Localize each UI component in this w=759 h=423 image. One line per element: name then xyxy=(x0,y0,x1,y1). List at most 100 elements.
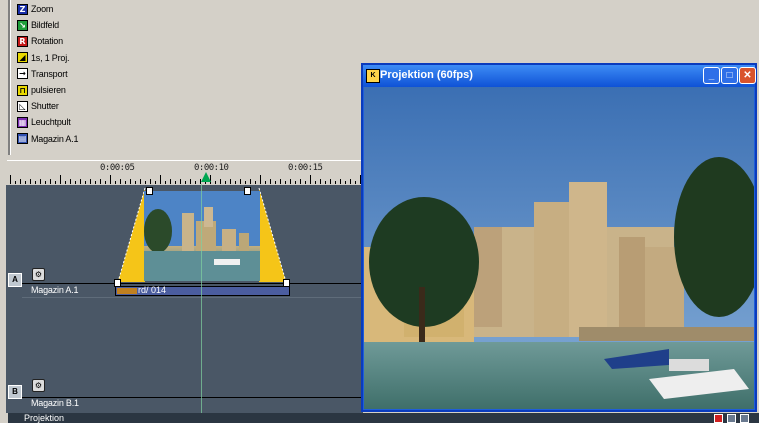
ruler-tick xyxy=(145,181,146,184)
ruler-tick xyxy=(305,181,306,184)
track-b-name: Magazin B.1 xyxy=(31,398,79,408)
projection-ramp-icon: ◢ xyxy=(17,52,28,64)
tool-item[interactable]: Z Zoom xyxy=(17,1,53,17)
ruler-tick xyxy=(55,181,56,184)
ruler-tick xyxy=(90,179,91,184)
ruler-tick xyxy=(265,181,266,184)
ruler-tick xyxy=(110,175,111,184)
clip-thumbnail[interactable] xyxy=(144,191,260,281)
track-header-strip xyxy=(6,185,23,413)
ruler-label: 0:00:05 xyxy=(100,163,135,173)
clip-handle-top-right[interactable] xyxy=(244,187,251,195)
app-icon[interactable]: K xyxy=(366,69,380,83)
time-ruler[interactable]: 0:00:05 0:00:10 0:00:15 xyxy=(7,160,363,186)
rotation-icon: R xyxy=(17,35,28,47)
ruler-ticks xyxy=(10,175,361,184)
ruler-tick xyxy=(135,181,136,184)
ruler-tick xyxy=(80,179,81,184)
tool-item[interactable]: → Transport xyxy=(17,66,68,82)
ruler-tick xyxy=(285,181,286,184)
track-a-settings-icon[interactable]: ⚙ xyxy=(32,268,45,281)
tool-label: pulsieren xyxy=(31,85,66,95)
status-menu-button[interactable] xyxy=(727,414,736,423)
status-bar xyxy=(8,413,759,423)
ruler-tick xyxy=(70,179,71,184)
tool-label: Magazin A.1 xyxy=(31,133,79,144)
ruler-tick xyxy=(175,181,176,184)
ruler-tick xyxy=(125,181,126,184)
ruler-tick xyxy=(330,179,331,184)
ruler-tick xyxy=(50,179,51,184)
ruler-tick xyxy=(335,181,336,184)
ruler-tick xyxy=(10,175,11,184)
tool-item[interactable]: ◺ Shutter xyxy=(17,98,59,114)
track-a-label[interactable]: A xyxy=(8,273,22,287)
magazine-icon: ▤ xyxy=(17,133,28,145)
workspace-background xyxy=(368,0,759,60)
ruler-tick xyxy=(220,179,221,184)
tool-label: Bildfeld xyxy=(31,20,59,31)
playhead-line xyxy=(201,184,202,414)
ruler-tick xyxy=(115,181,116,184)
clip-progress xyxy=(117,288,137,294)
projection-preview xyxy=(364,87,754,409)
tool-item[interactable]: ▦ Leuchtpult xyxy=(17,114,71,130)
window-title: Projektion (60fps) xyxy=(380,69,473,81)
status-up-button[interactable] xyxy=(740,414,749,423)
ruler-tick xyxy=(165,181,166,184)
tool-item[interactable]: ↘ Bildfeld xyxy=(17,17,59,33)
tool-item[interactable]: R Rotation xyxy=(17,33,63,49)
ruler-tick xyxy=(225,181,226,184)
ruler-tick xyxy=(15,181,16,184)
tool-item[interactable]: ⊓ pulsieren xyxy=(17,82,66,98)
zoom-icon: Z xyxy=(17,3,28,15)
ruler-tick xyxy=(40,179,41,184)
ruler-tick xyxy=(345,181,346,184)
status-record-button[interactable] xyxy=(714,414,723,423)
shutter-icon: ◺ xyxy=(17,100,28,112)
minimize-button[interactable]: _ xyxy=(703,67,720,84)
ruler-tick xyxy=(260,175,261,184)
track-divider xyxy=(22,297,363,298)
ruler-label: 0:00:10 xyxy=(194,163,229,173)
clip-handle-top-left[interactable] xyxy=(146,187,153,195)
ruler-tick xyxy=(95,181,96,184)
ruler-tick xyxy=(185,181,186,184)
tool-label: Rotation xyxy=(31,36,63,47)
ruler-tick xyxy=(240,179,241,184)
transport-arrow-icon: → xyxy=(17,68,28,80)
ruler-tick xyxy=(20,179,21,184)
tool-item[interactable]: ◢ 1s, 1 Proj. xyxy=(17,50,70,66)
tool-label: Transport xyxy=(31,68,68,79)
ruler-tick xyxy=(230,179,231,184)
ruler-tick xyxy=(45,181,46,184)
ruler-tick xyxy=(355,181,356,184)
tool-label: Zoom xyxy=(31,4,54,14)
ruler-tick xyxy=(310,175,311,184)
ruler-tick xyxy=(180,179,181,184)
close-button[interactable]: ✕ xyxy=(739,67,756,84)
ruler-tick xyxy=(195,181,196,184)
ruler-tick xyxy=(325,181,326,184)
ruler-tick xyxy=(100,179,101,184)
ruler-tick xyxy=(190,179,191,184)
light-table-icon: ▦ xyxy=(17,116,28,128)
ruler-tick xyxy=(320,179,321,184)
track-b-label[interactable]: B xyxy=(8,385,22,399)
ruler-tick xyxy=(290,179,291,184)
tool-label: Leuchtpult xyxy=(31,117,71,128)
tool-item[interactable]: ▤ Magazin A.1 xyxy=(17,131,79,147)
tool-pane-separator xyxy=(8,0,11,155)
ruler-tick xyxy=(85,181,86,184)
playhead-marker[interactable] xyxy=(201,172,211,182)
ruler-tick xyxy=(270,179,271,184)
ruler-tick xyxy=(155,181,156,184)
ruler-tick xyxy=(105,181,106,184)
track-b-settings-icon[interactable]: ⚙ xyxy=(32,379,45,392)
ruler-tick xyxy=(315,181,316,184)
tool-label: 1s, 1 Proj. xyxy=(31,52,70,63)
ruler-tick xyxy=(130,179,131,184)
ruler-tick xyxy=(170,179,171,184)
maximize-button[interactable]: □ xyxy=(721,67,738,84)
ruler-tick xyxy=(275,181,276,184)
